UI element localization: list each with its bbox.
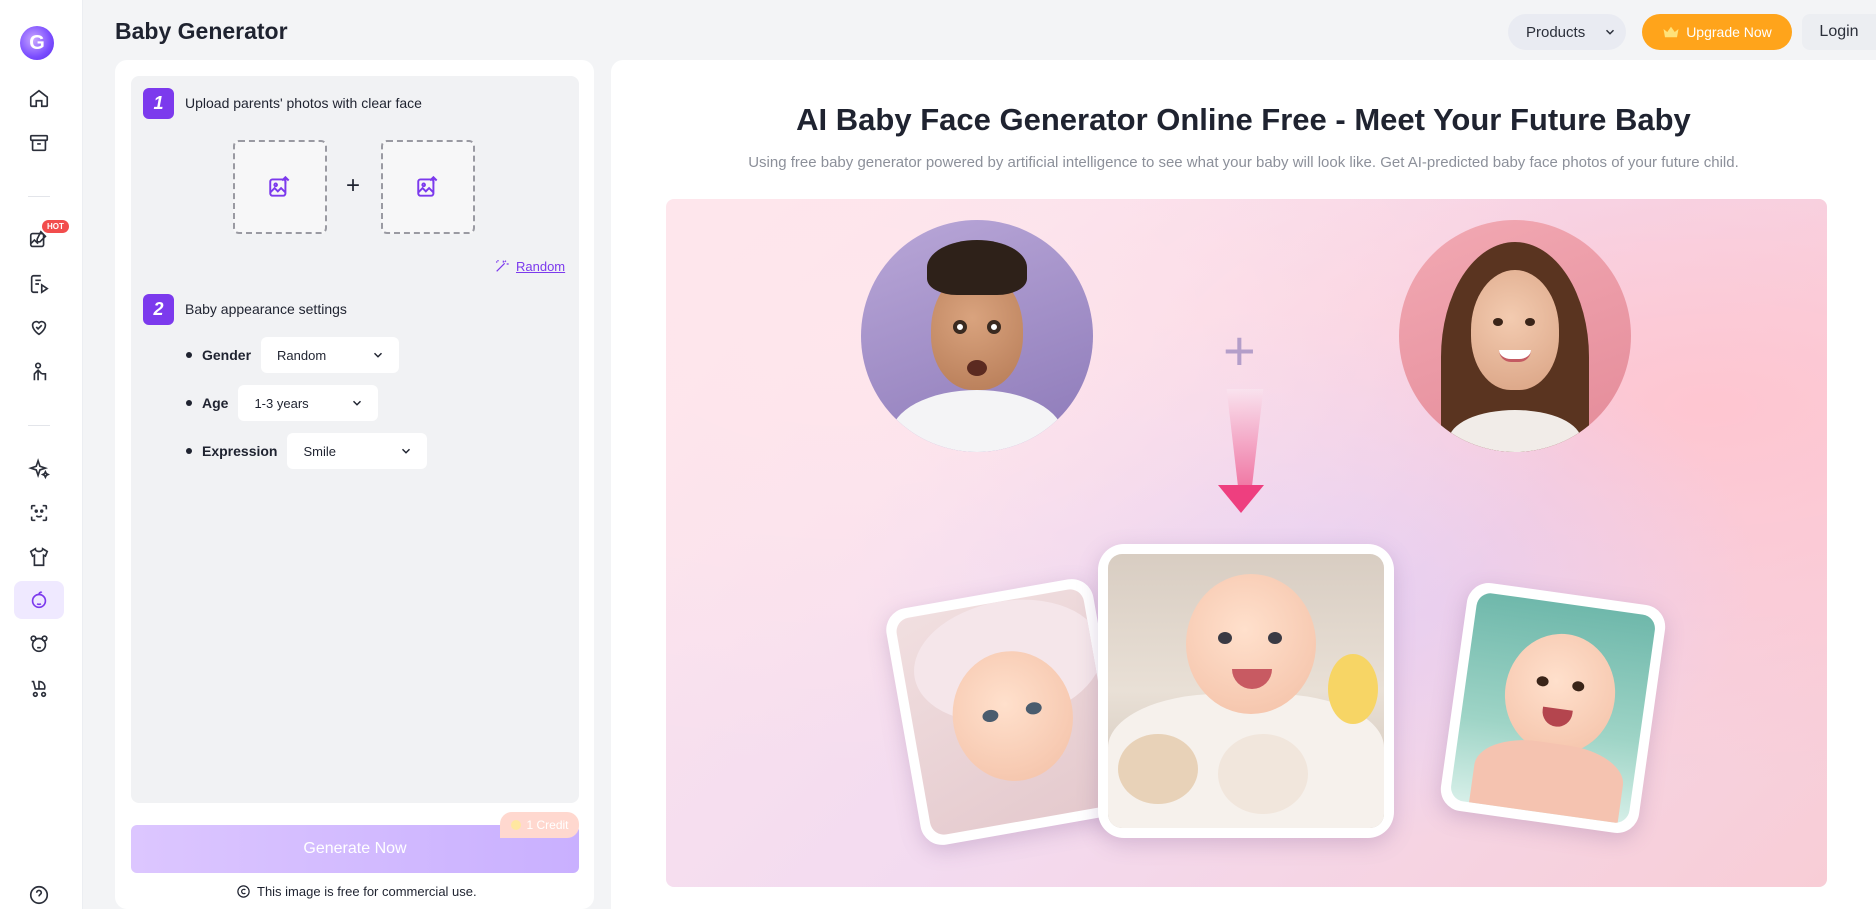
sidebar-rail: G HOT — [0, 0, 83, 909]
random-link[interactable]: Random — [494, 258, 565, 274]
step-2-number: 2 — [143, 294, 174, 325]
person-pose-icon[interactable] — [14, 353, 64, 391]
hero-title: AI Baby Face Generator Online Free - Mee… — [796, 102, 1691, 137]
age-setting: Age 1-3 years — [186, 385, 379, 421]
crown-icon — [1663, 26, 1679, 38]
bear-icon[interactable] — [14, 625, 64, 663]
age-label: Age — [202, 395, 229, 411]
hot-badge: HOT — [42, 220, 69, 233]
age-value: 1-3 years — [254, 395, 309, 411]
gender-select[interactable]: Random — [261, 337, 400, 373]
arrow-graphic — [1226, 389, 1264, 499]
image-upload-icon — [269, 175, 290, 197]
step-1-label: Upload parents' photos with clear face — [185, 95, 422, 111]
sparkles-icon[interactable] — [14, 450, 64, 488]
bullet — [186, 400, 192, 406]
image-upload-icon — [417, 175, 438, 197]
expression-label: Expression — [202, 443, 278, 459]
rail-divider — [28, 196, 50, 197]
expression-select[interactable]: Smile — [287, 433, 428, 469]
step-2-label: Baby appearance settings — [185, 301, 347, 317]
copyright-icon — [237, 885, 250, 898]
face-scan-icon[interactable] — [14, 494, 64, 532]
heart-hand-icon[interactable] — [14, 308, 64, 346]
products-label: Products — [1526, 23, 1586, 41]
arrow-down-icon — [1218, 485, 1264, 513]
magic-wand-icon — [496, 260, 509, 272]
credit-label: 1 Credit — [526, 818, 569, 832]
baby-icon[interactable] — [14, 581, 64, 619]
father-photo — [861, 220, 1093, 452]
help-icon[interactable] — [14, 876, 64, 909]
credit-badge: 1 Credit — [500, 812, 579, 838]
rail-divider — [28, 425, 50, 426]
commercial-note-text: This image is free for commercial use. — [257, 884, 477, 899]
upgrade-button[interactable]: Upgrade Now — [1642, 14, 1792, 50]
upload-parent-1[interactable] — [233, 140, 327, 234]
hero-illustration: + — [666, 199, 1827, 887]
upgrade-label: Upgrade Now — [1686, 24, 1772, 40]
archive-icon[interactable] — [14, 124, 64, 162]
coin-icon — [511, 820, 522, 830]
products-dropdown[interactable]: Products — [1508, 14, 1626, 50]
app-logo[interactable]: G — [20, 26, 54, 60]
commercial-note: This image is free for commercial use. — [236, 884, 477, 899]
bullet — [186, 448, 192, 454]
age-select[interactable]: 1-3 years — [238, 385, 379, 421]
baby-photo-right — [1437, 580, 1669, 836]
hero-plus: + — [1223, 319, 1256, 382]
chevron-down-icon — [374, 352, 383, 358]
plus-sign: + — [346, 172, 361, 199]
gender-label: Gender — [202, 347, 252, 363]
gender-setting: Gender Random — [186, 337, 400, 373]
baby-photo-center — [1098, 544, 1394, 838]
expression-value: Smile — [303, 443, 336, 459]
hero-subtitle: Using free baby generator powered by art… — [748, 154, 1739, 171]
random-label: Random — [516, 258, 566, 274]
gender-value: Random — [277, 347, 327, 363]
stroller-icon[interactable] — [14, 669, 64, 707]
shirt-icon[interactable] — [14, 538, 64, 576]
baby-photo-left — [882, 575, 1132, 849]
page-title: Baby Generator — [115, 18, 288, 44]
chevron-down-icon — [402, 448, 411, 454]
chevron-down-icon — [1606, 29, 1615, 35]
bullet — [186, 352, 192, 358]
upload-parent-2[interactable] — [381, 140, 475, 234]
login-button[interactable]: Login — [1802, 14, 1876, 50]
mother-photo — [1399, 220, 1631, 452]
expression-setting: Expression Smile — [186, 433, 428, 469]
chevron-down-icon — [353, 400, 362, 406]
step-1-number: 1 — [143, 88, 174, 119]
video-doc-icon[interactable] — [14, 265, 64, 303]
home-icon[interactable] — [14, 79, 64, 117]
